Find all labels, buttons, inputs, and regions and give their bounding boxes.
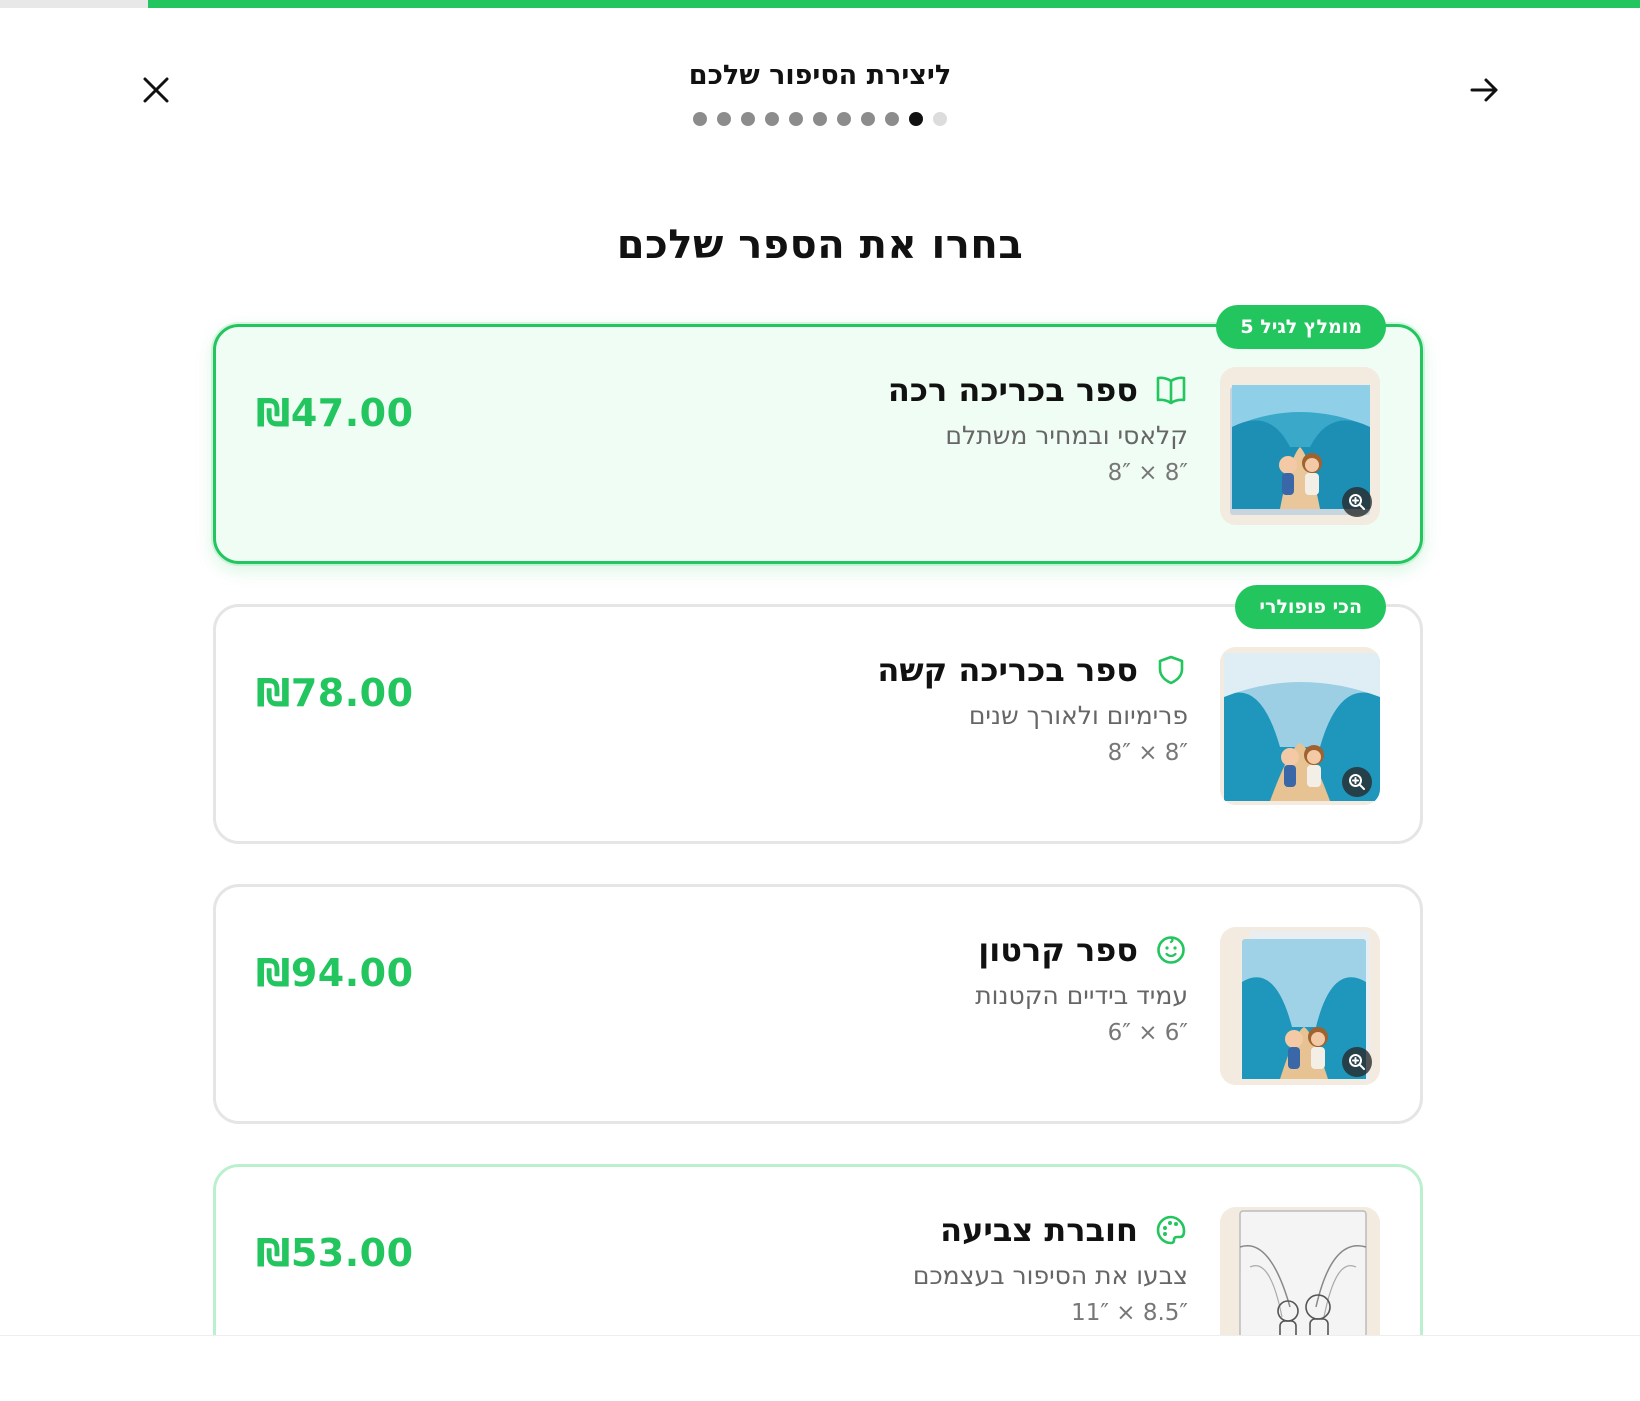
- recommended-badge: מומלץ לגיל 5: [1216, 305, 1386, 349]
- product-size: 8″ × 8″: [1107, 460, 1188, 486]
- step-dot: [765, 112, 779, 126]
- product-title: חוברת צביעה: [940, 1211, 1138, 1249]
- step-dot: [789, 112, 803, 126]
- step-indicator: [0, 112, 1640, 126]
- product-title: ספר קרטון: [978, 931, 1138, 969]
- product-price: ₪94.00: [256, 951, 414, 995]
- shield-icon: [1154, 653, 1188, 687]
- product-info: ספר קרטון עמיד בידיים הקטנות 6″ × 6″: [975, 931, 1188, 1046]
- progress-bar: [0, 0, 1640, 8]
- product-image[interactable]: [1220, 367, 1380, 525]
- product-price: ₪53.00: [256, 1231, 414, 1275]
- back-button[interactable]: [1460, 66, 1508, 114]
- product-info: חוברת צביעה צבעו את הסיפור בעצמכם 11″ × …: [913, 1211, 1188, 1326]
- product-subtitle: צבעו את הסיפור בעצמכם: [912, 1261, 1188, 1290]
- popular-badge: הכי פופולרי: [1235, 585, 1386, 629]
- product-info: ספר בכריכה קשה פרימיום ולאורך שנים 8″ × …: [877, 651, 1188, 766]
- product-subtitle: עמיד בידיים הקטנות: [975, 981, 1188, 1010]
- zoom-in-icon[interactable]: [1342, 767, 1372, 797]
- palette-icon: [1154, 1213, 1188, 1247]
- product-info: ספר בכריכה רכה קלאסי ובמחיר משתלם 8″ × 8…: [888, 371, 1188, 486]
- product-list[interactable]: מומלץ לגיל 5 ספר בכריכה רכה קלאסי ובמחיר…: [0, 300, 1640, 1336]
- zoom-in-icon[interactable]: [1342, 1047, 1372, 1077]
- step-dot: [861, 112, 875, 126]
- step-dot: [837, 112, 851, 126]
- product-title: ספר בכריכה רכה: [887, 371, 1138, 409]
- product-image[interactable]: [1220, 927, 1380, 1085]
- step-dot: [885, 112, 899, 126]
- wizard-title: ליצירת הסיפור שלכם: [688, 60, 952, 91]
- bottom-bar: [0, 1335, 1640, 1401]
- product-size: 8″ × 8″: [1107, 740, 1188, 766]
- step-dot: [717, 112, 731, 126]
- step-dot: [741, 112, 755, 126]
- open-book-icon: [1154, 373, 1188, 407]
- step-dot: [813, 112, 827, 126]
- progress-fill: [147, 0, 1640, 8]
- product-image[interactable]: [1220, 647, 1380, 805]
- header: ליצירת הסיפור שלכם: [0, 8, 1640, 168]
- product-card-coloring-book[interactable]: חוברת צביעה צבעו את הסיפור בעצמכם 11″ × …: [213, 1164, 1423, 1336]
- arrow-right-icon: [1470, 78, 1498, 102]
- zoom-in-icon[interactable]: [1342, 487, 1372, 517]
- product-price: ₪78.00: [256, 671, 414, 715]
- step-dot: [909, 112, 923, 126]
- product-size: 11″ × 8.5″: [1071, 1300, 1188, 1326]
- baby-face-icon: [1154, 933, 1188, 967]
- product-size: 6″ × 6″: [1107, 1020, 1188, 1046]
- product-subtitle: קלאסי ובמחיר משתלם: [945, 421, 1188, 450]
- product-card-paperback[interactable]: מומלץ לגיל 5 ספר בכריכה רכה קלאסי ובמחיר…: [213, 305, 1423, 564]
- step-dot: [933, 112, 947, 126]
- product-subtitle: פרימיום ולאורך שנים: [968, 701, 1188, 730]
- product-card-board-book[interactable]: ספר קרטון עמיד בידיים הקטנות 6″ × 6″ ₪94…: [213, 884, 1423, 1124]
- product-card-hardcover[interactable]: הכי פופולרי ספר בכריכה קשה פרימיום ולאור…: [213, 585, 1423, 844]
- page-heading: בחרו את הספר שלכם: [616, 222, 1024, 268]
- book-cover-image: [1220, 1207, 1380, 1336]
- product-price: ₪47.00: [256, 391, 414, 435]
- product-image[interactable]: [1220, 1207, 1380, 1336]
- product-title: ספר בכריכה קשה: [877, 651, 1138, 689]
- step-dot: [693, 112, 707, 126]
